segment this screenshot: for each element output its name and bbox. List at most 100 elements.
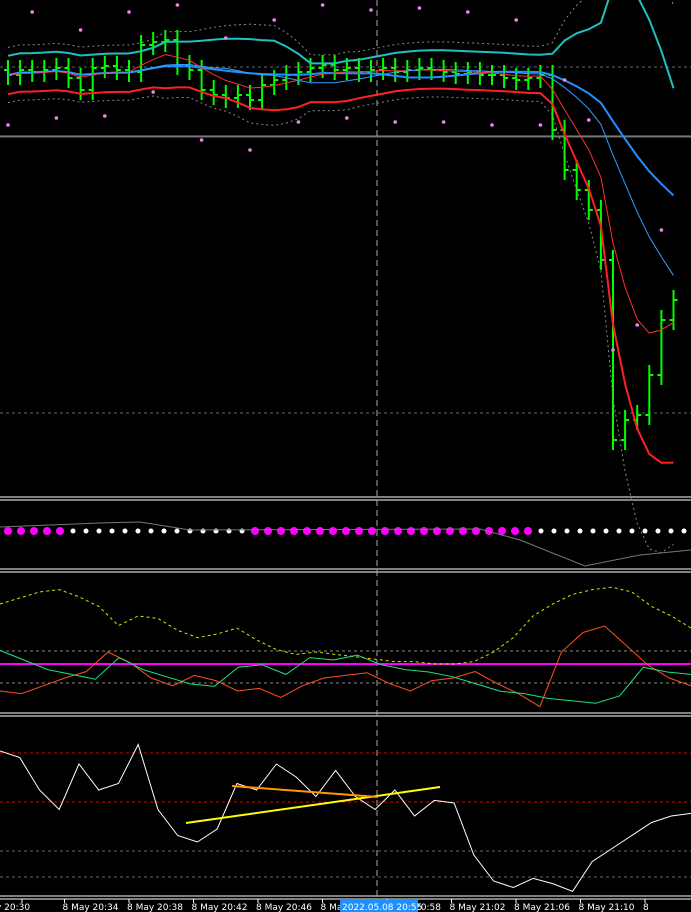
sar-dot	[248, 148, 252, 152]
crosshair-time-label: 2022.05.08 20:55	[342, 903, 422, 912]
sar-dot	[320, 3, 325, 7]
signal-dot	[30, 527, 38, 535]
signal-dot	[511, 527, 519, 535]
signal-dot	[200, 528, 206, 534]
signal-dot	[681, 528, 687, 534]
signal-dot	[394, 527, 402, 535]
moving-average-fast	[7, 54, 674, 334]
sar-dot	[127, 10, 131, 14]
sar-dot	[490, 123, 494, 127]
signal-dot	[148, 528, 154, 534]
signal-dot	[355, 527, 363, 535]
sar-dot	[441, 120, 446, 124]
signal-dot	[668, 528, 674, 534]
signal-dot	[433, 527, 441, 535]
signal-dot	[642, 528, 648, 534]
signal-dot	[564, 528, 570, 534]
sar-dot	[417, 6, 422, 10]
signal-dot	[629, 528, 635, 534]
signal-dot	[420, 527, 428, 535]
signal-dot	[551, 528, 557, 534]
signal-dot	[616, 528, 622, 534]
signal-dot	[122, 528, 128, 534]
sar-dot	[175, 3, 180, 7]
signal-dot	[655, 528, 661, 534]
signal-dot	[590, 528, 596, 534]
signal-dot	[303, 527, 311, 535]
signal-dot	[43, 527, 51, 535]
trading-chart: y 20:30 8 May 20:34 8 May 20:38 8 May 20:42…	[0, 0, 691, 912]
signal-dot	[368, 527, 376, 535]
signal-dot	[109, 528, 115, 534]
signal-dot	[290, 527, 298, 535]
signal-dot	[381, 527, 389, 535]
signal-dot	[251, 527, 259, 535]
momentum-line	[0, 743, 691, 893]
signal-dot	[174, 528, 180, 534]
sar-dot	[199, 138, 204, 142]
time-label: 8 May 20:46	[256, 903, 312, 912]
outer-band-upper	[7, 0, 674, 56]
time-label: 8 May 20:38	[127, 903, 183, 912]
sar-dot	[296, 120, 301, 124]
signal-dot	[264, 527, 272, 535]
signal-dot	[4, 527, 12, 535]
signal-dot	[446, 527, 454, 535]
signal-dot	[316, 527, 324, 535]
chart-canvas: y 20:30 8 May 20:34 8 May 20:38 8 May 20:42…	[0, 0, 691, 912]
signal-dot	[226, 528, 232, 534]
sar-dot	[393, 120, 398, 124]
signal-dot	[83, 528, 89, 534]
signal-dot	[524, 527, 532, 535]
time-label: 8 May 21:10	[579, 903, 635, 912]
signal-dot	[577, 528, 583, 534]
osc-red-line	[0, 625, 691, 708]
sar-dot	[54, 116, 59, 120]
signal-dot	[135, 528, 141, 534]
outer-band-lower	[7, 95, 674, 554]
signal-dot	[342, 527, 350, 535]
sar-dot	[659, 228, 664, 232]
sar-dot	[78, 28, 83, 32]
moving-average-slow	[7, 65, 675, 197]
osc-yellow-line	[0, 586, 691, 665]
osc-green-line	[0, 649, 691, 704]
sar-dot	[611, 348, 615, 352]
signal-dot	[472, 527, 480, 535]
signal-dot	[17, 527, 25, 535]
signal-dot	[277, 527, 285, 535]
signal-dot	[96, 528, 102, 534]
signal-dot	[56, 527, 64, 535]
sar-dot	[466, 10, 470, 14]
signal-dot	[459, 527, 467, 535]
sar-dot	[224, 36, 228, 40]
signal-dot	[239, 528, 245, 534]
sar-dot	[514, 18, 518, 22]
sar-dot	[6, 123, 10, 127]
sar-dot	[272, 18, 277, 22]
signal-dot	[213, 528, 219, 534]
time-label: 8	[643, 903, 649, 912]
sar-dot	[30, 10, 34, 14]
time-label: y 20:30	[0, 903, 30, 912]
sar-dot	[635, 323, 639, 327]
time-label: 8 May 20:42	[192, 903, 248, 912]
time-label: 8 May 21:06	[514, 903, 570, 912]
signal-dot	[161, 528, 167, 534]
band-lower	[7, 86, 674, 464]
trendline-orange	[231, 785, 379, 798]
sar-dot	[369, 8, 373, 12]
sar-dot	[103, 114, 107, 118]
signal-dot	[407, 527, 415, 535]
signal-dot	[70, 528, 76, 534]
sar-dot	[587, 118, 591, 122]
sar-dot	[538, 123, 543, 127]
signal-dot	[329, 527, 337, 535]
time-label: 8 May 21:02	[450, 903, 506, 912]
time-label: 8 May 20:34	[63, 903, 119, 912]
signal-dot	[538, 528, 544, 534]
signal-dot	[603, 528, 609, 534]
sar-dot	[345, 116, 349, 120]
sar-dot	[562, 78, 567, 82]
sar-dot	[151, 90, 155, 94]
